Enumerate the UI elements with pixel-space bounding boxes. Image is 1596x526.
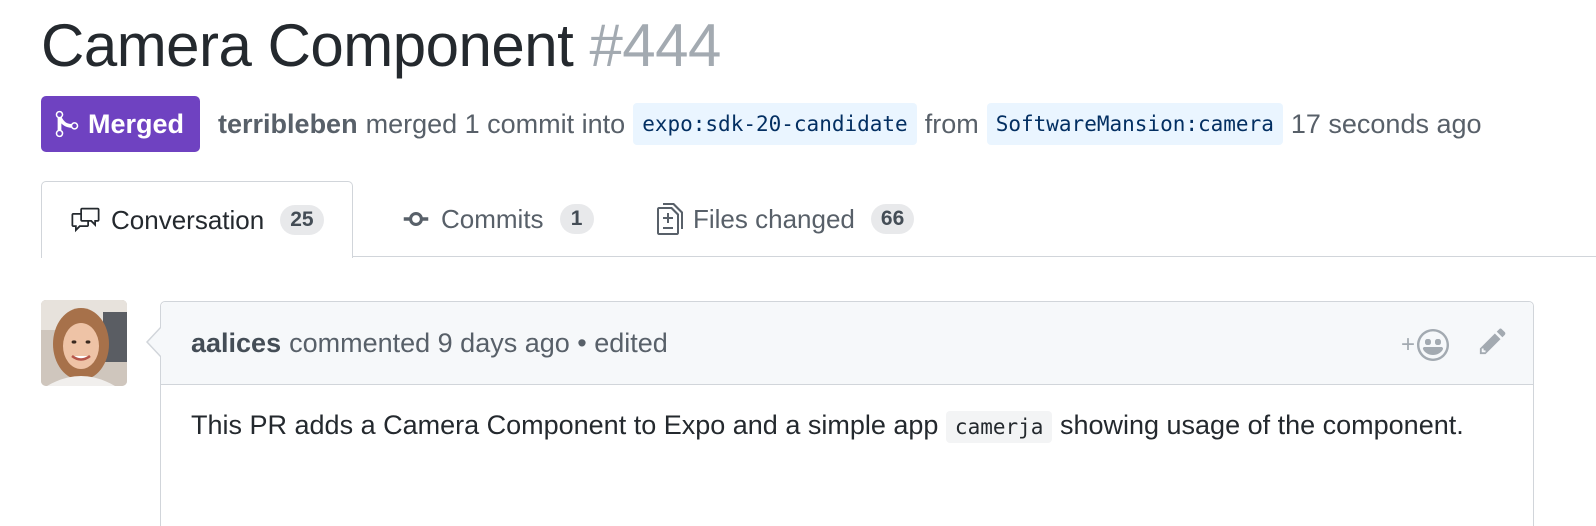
merged-state-badge: Merged (41, 96, 201, 152)
comment-body: This PR adds a Camera Component to Expo … (161, 385, 1533, 467)
add-reaction-button[interactable]: + (1400, 328, 1449, 361)
commits-count: 1 (559, 204, 594, 234)
pr-number: #444 (589, 12, 721, 79)
smiley-icon (1417, 328, 1449, 361)
files-changed-count: 66 (870, 204, 915, 234)
tab-commits[interactable]: Commits 1 (401, 181, 594, 257)
from-text: from (924, 108, 979, 139)
comment-author-link[interactable]: aalices (191, 328, 281, 359)
avatar[interactable] (41, 300, 127, 386)
tab-conversation[interactable]: Conversation 25 (41, 181, 353, 258)
pr-author-link[interactable]: terribleben (218, 109, 358, 140)
pr-title-text: Camera Component (41, 12, 574, 79)
comment-caret-inner (148, 327, 162, 357)
merge-time[interactable]: 17 seconds ago (1291, 109, 1482, 140)
tab-commits-label: Commits (441, 203, 544, 234)
git-commit-icon (401, 205, 431, 233)
conversation-count: 25 (280, 205, 324, 235)
comment-meta[interactable]: commented 9 days ago • edited (289, 328, 668, 359)
comment-discussion-icon (70, 206, 101, 234)
git-merge-icon (55, 110, 79, 138)
pr-title: Camera Component #444 (41, 8, 721, 84)
inline-code: camerja (945, 411, 1053, 443)
comment-actions: + (1401, 326, 1507, 363)
merge-action-text: merged 1 commit into (365, 108, 626, 139)
comment-body-text-2: showing usage of the component. (1059, 410, 1464, 440)
comment-body-text-1: This PR adds a Camera Component to Expo … (191, 410, 939, 440)
pr-tabs: Conversation 25 Commits 1 Files changed … (41, 181, 1596, 258)
comment: aalices commented 9 days ago • edited + … (160, 301, 1534, 526)
pr-meta: Merged terribleben merged 1 commit into … (41, 96, 1482, 152)
base-branch-ref[interactable]: expo:sdk-20-candidate (633, 103, 917, 145)
reaction-plus: + (1400, 330, 1415, 358)
head-branch-ref[interactable]: SoftwareMansion:camera (986, 103, 1283, 145)
tab-files-changed-label: Files changed (693, 203, 855, 234)
tab-files-changed[interactable]: Files changed 66 (657, 181, 915, 257)
edit-comment-button[interactable] (1479, 326, 1507, 363)
avatar-image (41, 300, 127, 386)
tab-conversation-label: Conversation (111, 204, 265, 235)
pencil-icon (1479, 328, 1506, 355)
state-label: Merged (88, 108, 185, 139)
comment-header: aalices commented 9 days ago • edited + (161, 302, 1533, 385)
file-diff-icon (657, 203, 683, 235)
